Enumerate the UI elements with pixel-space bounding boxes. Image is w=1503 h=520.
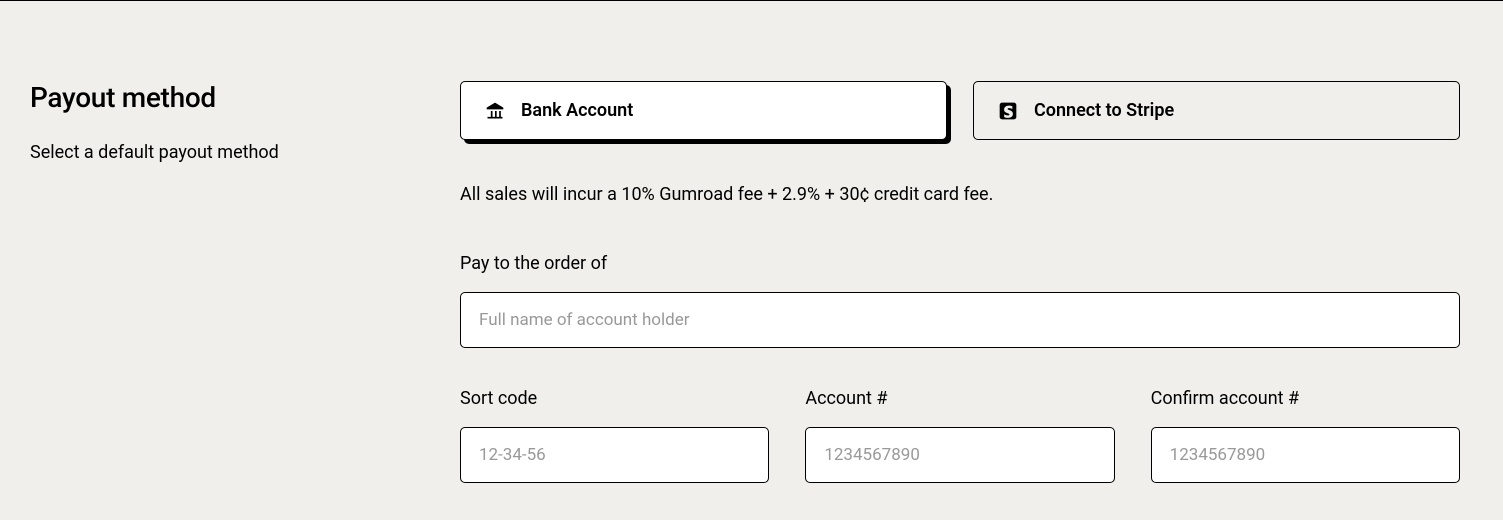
page-title: Payout method [30, 81, 380, 114]
fee-notice: All sales will incur a 10% Gumroad fee +… [460, 184, 1460, 205]
sort-code-label: Sort code [460, 388, 769, 409]
pay-to-label: Pay to the order of [460, 253, 1460, 274]
pay-to-input[interactable] [460, 292, 1460, 348]
stripe-option[interactable]: Connect to Stripe [973, 81, 1460, 140]
confirm-account-input[interactable] [1151, 427, 1460, 483]
sort-code-input[interactable] [460, 427, 769, 483]
stripe-label: Connect to Stripe [1034, 100, 1174, 121]
confirm-account-label: Confirm account # [1151, 388, 1460, 409]
stripe-icon [998, 101, 1018, 121]
page-subtitle: Select a default payout method [30, 142, 380, 163]
bank-icon [485, 101, 505, 121]
account-label: Account # [805, 388, 1114, 409]
account-input[interactable] [805, 427, 1114, 483]
bank-account-option[interactable]: Bank Account [460, 81, 947, 140]
bank-account-label: Bank Account [521, 100, 633, 121]
